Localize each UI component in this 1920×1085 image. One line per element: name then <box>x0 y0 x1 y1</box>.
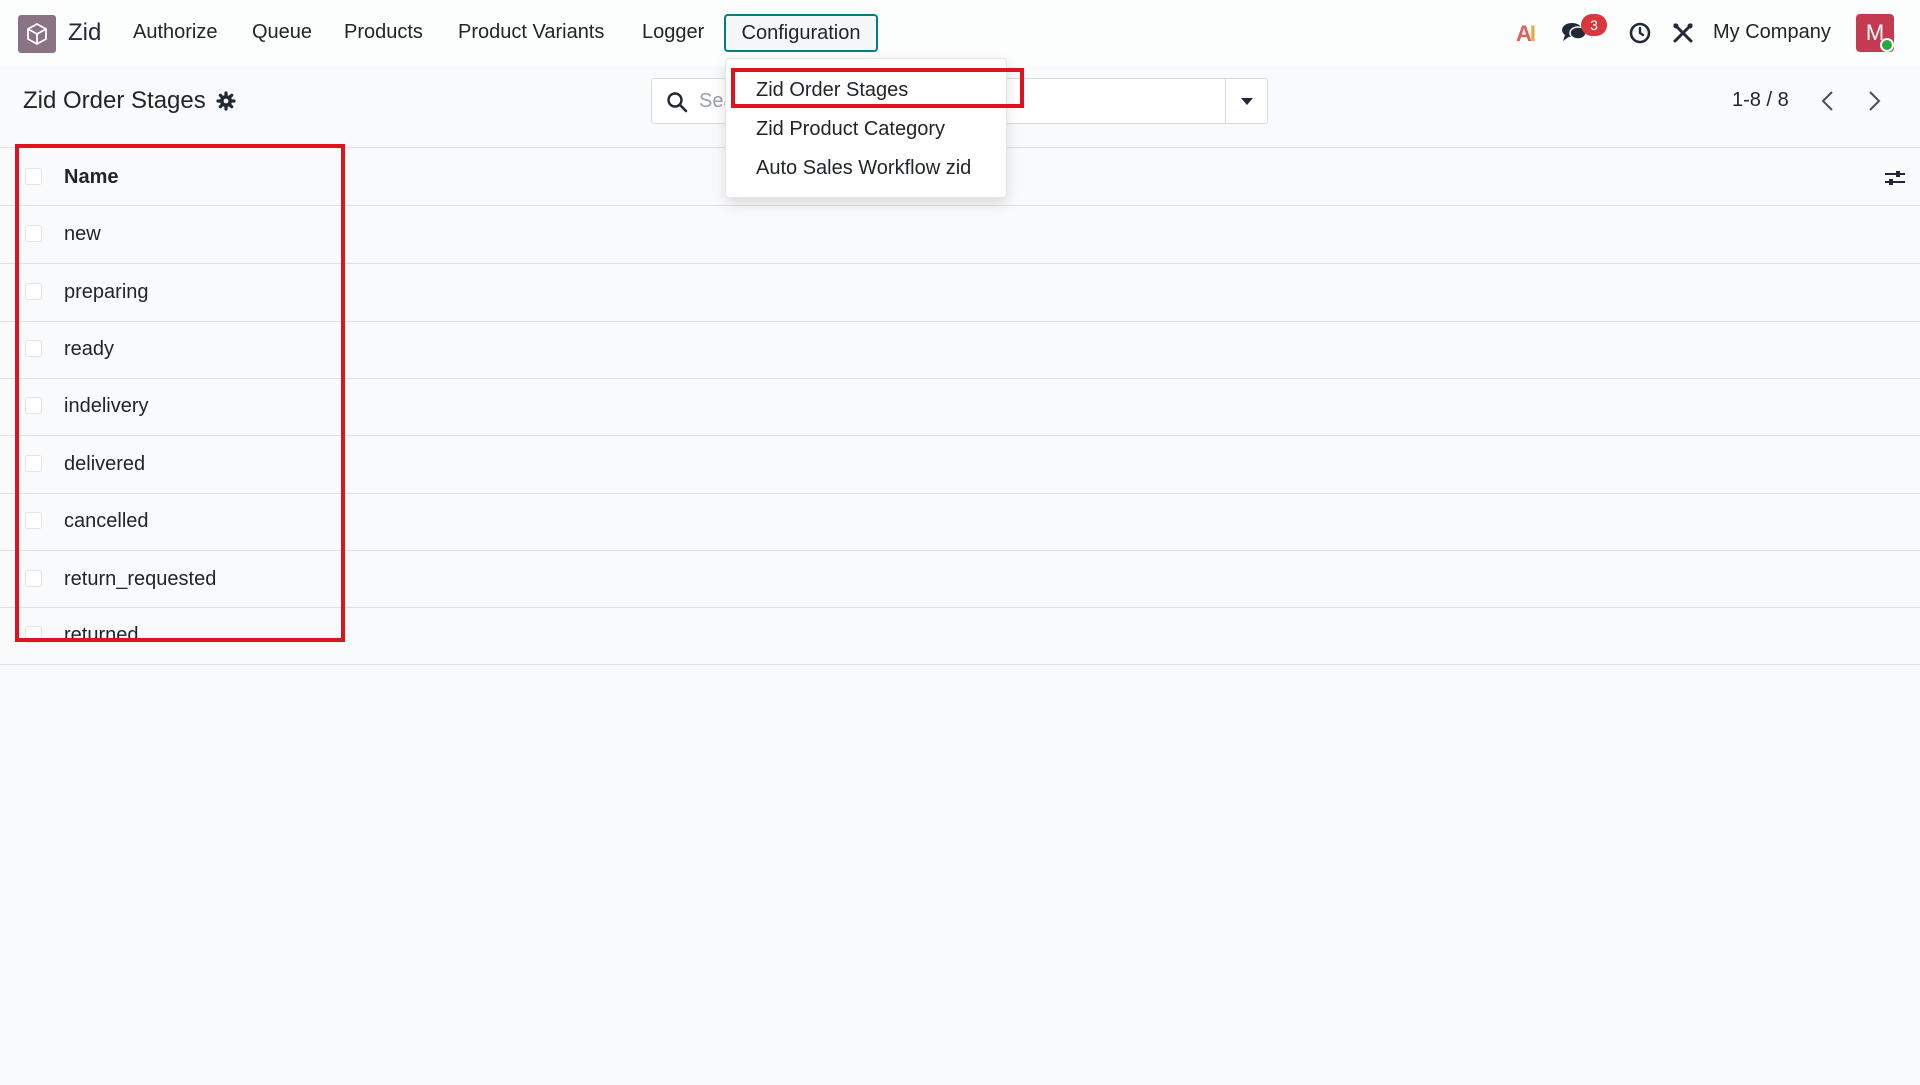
search-icon <box>667 92 688 113</box>
menu-item-auto-sales-workflow[interactable]: Auto Sales Workflow zid <box>756 157 971 180</box>
caret-down-icon <box>1240 98 1253 105</box>
search-options-toggle[interactable] <box>1225 79 1267 123</box>
app-name[interactable]: Zid <box>68 19 101 47</box>
menu-authorize[interactable]: Authorize <box>133 21 218 44</box>
pager-value[interactable]: 1-8 / 8 <box>1732 89 1789 112</box>
company-switcher[interactable]: My Company <box>1713 21 1831 44</box>
menu-logger[interactable]: Logger <box>642 21 704 44</box>
menu-item-zid-product-category[interactable]: Zid Product Category <box>756 118 945 141</box>
menu-queue[interactable]: Queue <box>252 21 312 44</box>
tools-icon[interactable] <box>1671 21 1695 45</box>
chevron-right-icon[interactable] <box>1864 89 1884 113</box>
user-status-dot <box>1880 38 1894 52</box>
ai-icon-letter-a: A <box>1516 21 1532 46</box>
page-title[interactable]: Zid Order Stages <box>23 87 206 115</box>
top-navbar: Zid Authorize Queue Products Product Var… <box>0 0 1920 66</box>
highlight-menu-item-box <box>731 68 1024 108</box>
optional-columns-icon[interactable] <box>1884 168 1906 188</box>
messages-badge: 3 <box>1581 14 1607 36</box>
list-bottom-divider <box>0 664 1920 665</box>
chevron-left-icon[interactable] <box>1818 89 1838 113</box>
ai-icon-letter-i: I <box>1529 21 1536 46</box>
menu-product-variants[interactable]: Product Variants <box>458 21 604 44</box>
menu-products[interactable]: Products <box>344 21 423 44</box>
gear-icon[interactable] <box>216 91 236 111</box>
highlight-list-box <box>15 144 345 642</box>
ai-icon[interactable]: AI <box>1516 21 1536 47</box>
app-logo-icon[interactable] <box>18 15 56 53</box>
menu-configuration[interactable]: Configuration <box>724 14 878 52</box>
activity-clock-icon[interactable] <box>1628 21 1652 45</box>
